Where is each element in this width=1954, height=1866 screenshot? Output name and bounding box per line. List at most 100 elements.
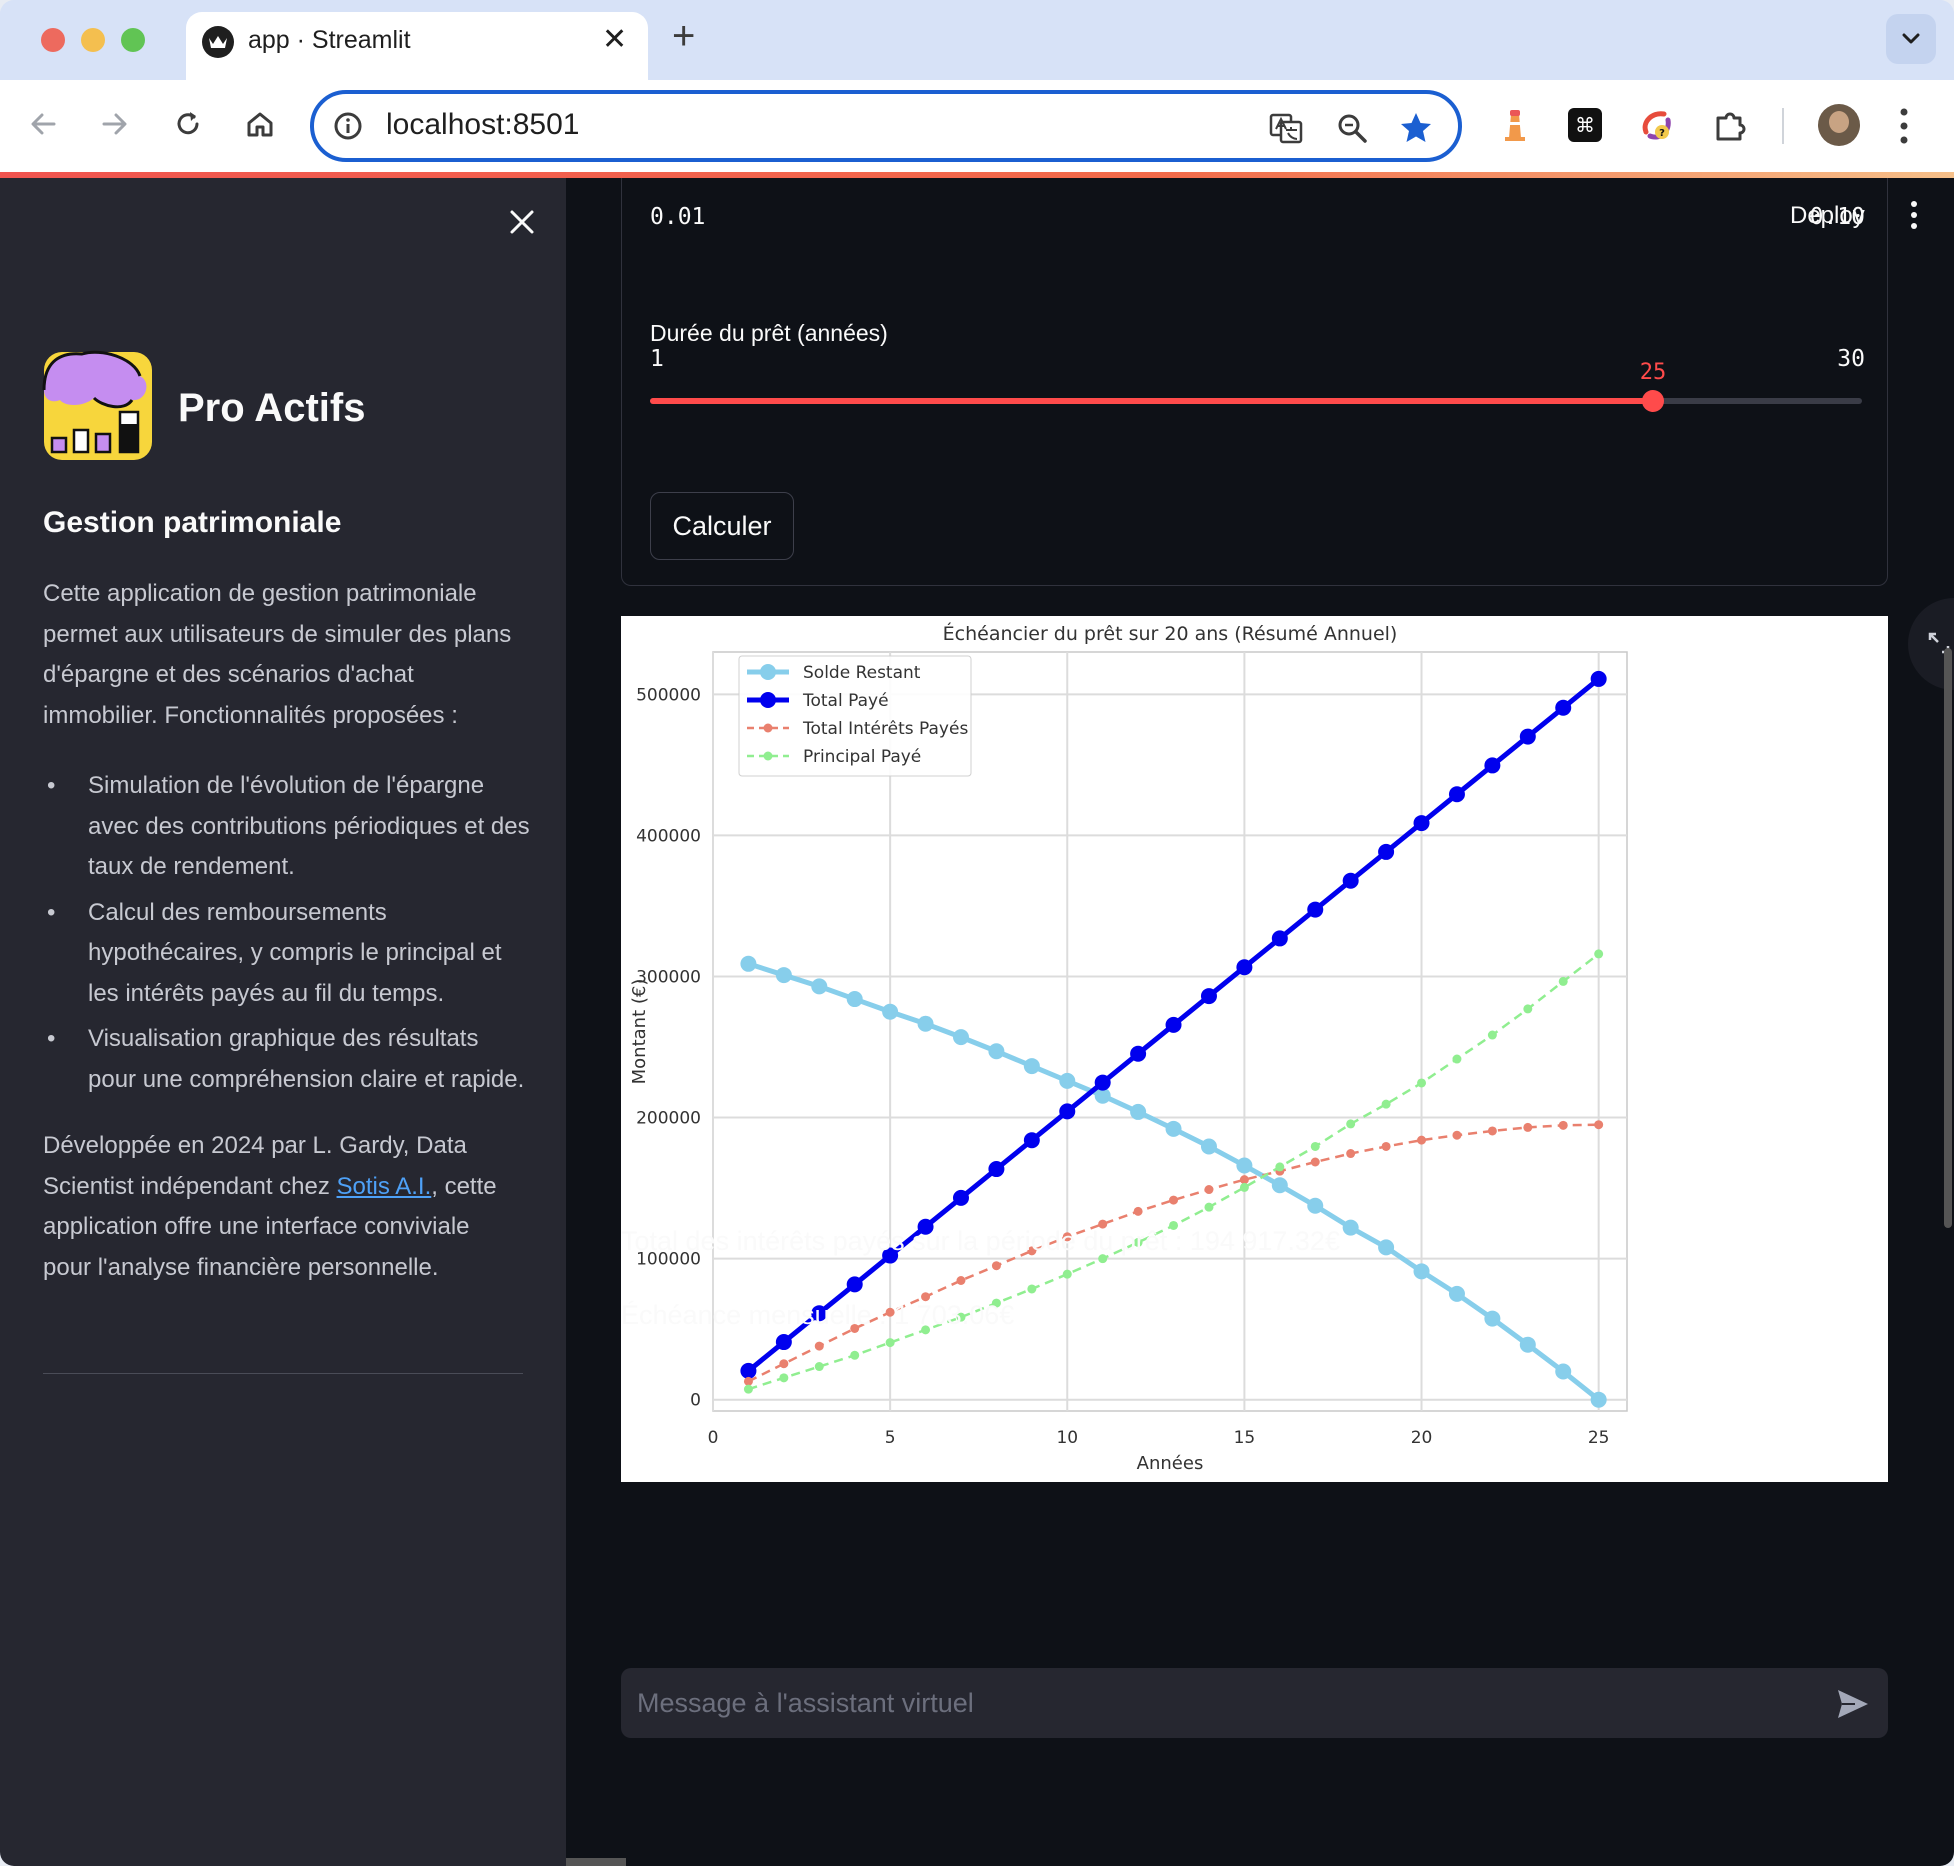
data-point [1448, 1285, 1465, 1302]
tab-search-button[interactable] [1886, 14, 1936, 64]
close-window-button[interactable] [41, 28, 65, 52]
data-point [1200, 988, 1217, 1005]
data-point [988, 1043, 1005, 1060]
browser-tab[interactable]: app · Streamlit ✕ [186, 12, 648, 80]
forward-arrow-icon[interactable] [96, 106, 132, 142]
data-point [1555, 1363, 1572, 1380]
data-point [850, 1350, 860, 1360]
monthly-payment-text: Échéance mensuelle : 1 703.06€ [621, 1300, 1015, 1330]
data-point [1519, 728, 1536, 745]
send-icon[interactable] [1835, 1686, 1871, 1722]
data-point [1590, 670, 1607, 687]
legend-label: Total Payé [802, 691, 889, 711]
y-tick-label: 200000 [636, 1109, 701, 1129]
loan-chart-svg: 0 5 10 15 20 25010000020000030000040000050000… [629, 622, 1628, 1474]
reload-icon[interactable] [170, 106, 206, 142]
minimize-window-button[interactable] [81, 28, 105, 52]
data-point [1417, 1078, 1427, 1088]
brand-title: Pro Actifs [178, 386, 366, 430]
data-point [1594, 949, 1604, 959]
calculate-button[interactable]: Calculer [650, 492, 794, 560]
url-text[interactable]: localhost:8501 [386, 108, 579, 142]
bookmark-star-icon[interactable] [1398, 110, 1434, 146]
colorful-extension-icon[interactable]: ? [1638, 106, 1676, 144]
data-point [885, 1338, 895, 1348]
new-tab-button[interactable]: + [672, 14, 695, 58]
home-icon[interactable] [242, 106, 278, 142]
y-axis-label: Montant (€) [629, 979, 650, 1085]
rate-slider-max: 0.10 [1809, 204, 1865, 230]
data-point [1130, 1103, 1147, 1120]
data-point [1342, 1219, 1359, 1236]
feature-list: Simulation de l'évolution de l'épargne a… [43, 766, 533, 1105]
data-point [1594, 1120, 1604, 1130]
browser-menu-icon[interactable] [1898, 104, 1910, 148]
lighthouse-extension-icon[interactable] [1496, 106, 1534, 144]
horizontal-scrollbar[interactable] [566, 1858, 626, 1866]
data-point [1346, 1119, 1356, 1129]
x-tick-label: 0 [708, 1428, 719, 1448]
data-point [1271, 1177, 1288, 1194]
data-point [1236, 959, 1253, 976]
sotis-link[interactable]: Sotis A.I. [337, 1173, 432, 1200]
address-bar[interactable]: localhost:8501 [310, 90, 1462, 162]
legend-label: Principal Payé [803, 747, 921, 767]
interest-total-text: Total des intérêts payés sur la période … [621, 1226, 1340, 1256]
data-point [1555, 699, 1572, 716]
data-point [743, 1376, 753, 1386]
site-info-icon[interactable] [332, 110, 364, 142]
data-point [1487, 1126, 1497, 1136]
data-point [1523, 1004, 1533, 1014]
chat-input[interactable] [637, 1682, 1787, 1724]
legend-marker [763, 723, 773, 733]
data-point [1023, 1132, 1040, 1149]
data-point [1023, 1058, 1040, 1075]
toolbar-divider [1782, 108, 1784, 144]
duration-slider-fill [650, 398, 1654, 404]
data-point [1165, 1120, 1182, 1137]
tab-strip: app · Streamlit ✕ + [0, 0, 1954, 80]
maximize-window-button[interactable] [121, 28, 145, 52]
sidebar-credit: Développée en 2024 par L. Gardy, Data Sc… [43, 1126, 523, 1288]
data-point [1378, 843, 1395, 860]
tab-close-icon[interactable]: ✕ [602, 22, 627, 57]
data-point [1381, 1141, 1391, 1151]
x-tick-label: 20 [1411, 1428, 1433, 1448]
profile-avatar[interactable] [1818, 104, 1860, 146]
x-tick-label: 25 [1588, 1428, 1610, 1448]
data-point [1133, 1206, 1143, 1216]
data-point [779, 1373, 789, 1383]
data-point [1310, 1141, 1320, 1151]
legend-label: Solde Restant [803, 663, 921, 683]
translate-icon[interactable] [1268, 110, 1304, 146]
data-point [1307, 1197, 1324, 1214]
y-tick-label: 400000 [636, 826, 701, 846]
data-point [814, 1362, 824, 1372]
command-extension-icon[interactable]: ⌘ [1566, 106, 1604, 144]
duration-slider[interactable]: 25 [650, 360, 1862, 412]
data-point [1558, 976, 1568, 986]
data-point [846, 1276, 863, 1293]
x-axis-label: Années [1137, 1453, 1204, 1474]
vertical-scrollbar[interactable] [1944, 648, 1952, 1228]
puzzle-extensions-icon[interactable] [1712, 106, 1750, 144]
legend-marker [763, 751, 773, 761]
data-point [775, 967, 792, 984]
data-point [1062, 1269, 1072, 1279]
x-tick-label: 10 [1056, 1428, 1078, 1448]
sidebar-intro: Cette application de gestion patrimonial… [43, 580, 512, 729]
data-point [956, 1276, 966, 1286]
duration-slider-thumb[interactable] [1642, 390, 1665, 412]
sidebar-heading: Gestion patrimoniale [43, 506, 342, 539]
list-item: Simulation de l'évolution de l'épargne a… [43, 766, 533, 888]
data-point [1165, 1016, 1182, 1033]
data-point [1484, 757, 1501, 774]
duration-label: Durée du prêt (années) [650, 320, 888, 346]
duration-slider-max: 30 [1837, 346, 1865, 372]
zoom-icon[interactable] [1334, 110, 1370, 146]
data-point [1519, 1336, 1536, 1353]
app-menu-icon[interactable] [1910, 200, 1918, 230]
data-point [1413, 1263, 1430, 1280]
close-sidebar-icon[interactable] [506, 206, 538, 238]
back-arrow-icon[interactable] [26, 106, 62, 142]
